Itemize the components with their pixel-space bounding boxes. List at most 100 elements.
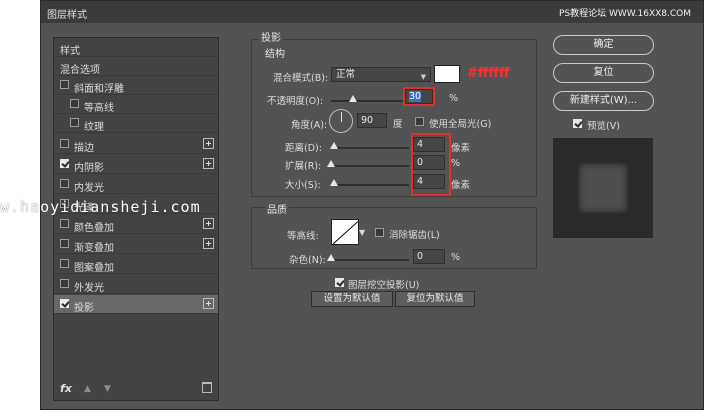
sidebar-item-label: 样式 (60, 46, 80, 57)
style-list: fx ▲ ▼ 样式 混合选项 斜面和浮雕 等高线 纹理 描边 内阴影 内发光 光泽 颜色叠加 渐变叠… (53, 37, 219, 401)
sidebar-item-7[interactable]: 内发光 (54, 175, 218, 194)
blend-mode-select[interactable]: 正常 ▼ (331, 67, 431, 82)
sidebar-checkbox[interactable] (60, 80, 69, 89)
sidebar-checkbox[interactable] (70, 99, 79, 108)
add-effect-icon[interactable] (203, 158, 214, 169)
sidebar-checkbox[interactable] (60, 219, 69, 228)
sidebar-checkbox[interactable] (60, 179, 69, 188)
opacity-slider[interactable] (331, 95, 403, 102)
spread-label: 扩展(R): (285, 161, 322, 172)
site-watermark: PS教程论坛 WWW.16XX8.COM (558, 9, 691, 19)
sidebar-item-2[interactable]: 斜面和浮雕 (54, 76, 218, 95)
preview-label: 预览(V) (587, 121, 620, 132)
size-unit: 像素 (451, 180, 471, 191)
distance-unit: 像素 (451, 143, 471, 154)
window-title: 图层样式 (47, 10, 87, 21)
fx-button[interactable]: fx (60, 382, 72, 395)
structure-annotation-box (411, 133, 451, 196)
sidebar-item-label: 内发光 (74, 183, 104, 194)
sidebar-checkbox[interactable] (60, 299, 69, 308)
sidebar-item-0[interactable]: 样式 (54, 38, 218, 57)
noise-slider-thumb[interactable] (327, 254, 335, 261)
add-effect-icon[interactable] (203, 298, 214, 309)
preview-checkbox[interactable] (573, 119, 582, 128)
size-slider-thumb[interactable] (330, 179, 339, 186)
reset-button[interactable]: 复位 (553, 63, 654, 83)
global-light-label: 使用全局光(G) (429, 119, 492, 130)
sidebar-item-label: 纹理 (84, 122, 104, 133)
sidebar-item-label: 斜面和浮雕 (74, 84, 124, 95)
sidebar-item-5[interactable]: 描边 (54, 135, 218, 154)
angle-label: 角度(A): (291, 120, 328, 131)
sidebar-item-label: 渐变叠加 (74, 243, 114, 254)
antialias-label: 消除锯齿(L) (389, 230, 440, 241)
angle-dial[interactable] (329, 109, 353, 133)
angle-value: 90 (361, 115, 374, 126)
sidebar-item-label: 等高线 (84, 103, 114, 114)
noise-input[interactable]: 0 (413, 249, 445, 264)
sidebar-checkbox[interactable] (70, 118, 79, 127)
reset-default-button[interactable]: 复位为默认值 (395, 291, 475, 307)
blend-mode-label: 混合模式(B): (273, 73, 329, 84)
sidebar-item-label: 外发光 (74, 283, 104, 294)
opacity-slider-thumb[interactable] (348, 95, 357, 102)
sidebar-item-10[interactable]: 渐变叠加 (54, 235, 218, 254)
sidebar-item-13[interactable]: 投影 (54, 295, 218, 314)
knockout-checkbox[interactable] (335, 278, 344, 287)
contour-preview[interactable] (331, 219, 359, 245)
spread-slider-thumb[interactable] (327, 160, 335, 167)
trash-icon[interactable] (202, 382, 212, 393)
sidebar-checkbox[interactable] (60, 139, 69, 148)
sidebar-item-11[interactable]: 图案叠加 (54, 255, 218, 274)
distance-slider[interactable] (330, 142, 409, 149)
sidebar-item-9[interactable]: 颜色叠加 (54, 215, 218, 234)
antialias-checkbox[interactable] (375, 228, 384, 237)
style-list-footer: fx ▲ ▼ (54, 378, 218, 400)
sidebar-item-label: 混合选项 (60, 65, 100, 76)
sidebar-checkbox[interactable] (60, 159, 69, 168)
sidebar-item-3[interactable]: 等高线 (54, 95, 218, 114)
sidebar-checkbox[interactable] (60, 259, 69, 268)
shadow-color-swatch[interactable] (434, 65, 460, 83)
opacity-annotation-box (403, 87, 435, 106)
noise-value: 0 (417, 251, 424, 262)
sidebar-item-label: 图案叠加 (74, 263, 114, 274)
move-down-icon[interactable]: ▼ (104, 384, 111, 394)
spread-unit: % (451, 158, 461, 169)
sidebar-checkbox[interactable] (60, 279, 69, 288)
noise-slider[interactable] (327, 254, 409, 261)
sidebar-item-1[interactable]: 混合选项 (54, 57, 218, 76)
set-default-button[interactable]: 设置为默认值 (311, 291, 393, 307)
contour-label: 等高线: (287, 231, 319, 242)
sidebar-checkbox[interactable] (60, 239, 69, 248)
overlay-watermark: w.haoyidiansheji.com (0, 198, 201, 216)
global-light-checkbox[interactable] (415, 117, 424, 126)
sidebar-item-4[interactable]: 纹理 (54, 114, 218, 133)
style-preview-thumbnail (553, 138, 653, 238)
angle-input[interactable]: 90 (357, 113, 387, 128)
angle-unit: 度 (393, 119, 403, 130)
color-annotation: #ffffff (467, 66, 510, 81)
new-style-button[interactable]: 新建样式(W)... (553, 91, 654, 111)
noise-unit: % (451, 252, 461, 263)
ok-button[interactable]: 确定 (553, 35, 654, 55)
preview-square (578, 163, 628, 213)
quality-title: 品质 (265, 201, 289, 216)
sidebar-item-label: 颜色叠加 (74, 223, 114, 234)
knockout-label: 图层挖空投影(U) (348, 280, 420, 291)
contour-chevron-down-icon[interactable]: ▼ (359, 228, 365, 237)
add-effect-icon[interactable] (203, 238, 214, 249)
add-effect-icon[interactable] (203, 218, 214, 229)
sidebar-item-12[interactable]: 外发光 (54, 275, 218, 294)
size-slider[interactable] (330, 179, 409, 186)
structure-title: 结构 (263, 45, 287, 60)
move-up-icon[interactable]: ▲ (84, 384, 91, 394)
distance-slider-thumb[interactable] (330, 142, 339, 149)
sidebar-item-6[interactable]: 内阴影 (54, 155, 218, 174)
title-bar: 图层样式 PS教程论坛 WWW.16XX8.COM (41, 1, 703, 23)
opacity-label: 不透明度(O): (267, 96, 324, 107)
group-title: 投影 (259, 29, 283, 44)
add-effect-icon[interactable] (203, 138, 214, 149)
spread-slider[interactable] (327, 160, 409, 167)
blend-mode-value: 正常 (336, 69, 356, 80)
